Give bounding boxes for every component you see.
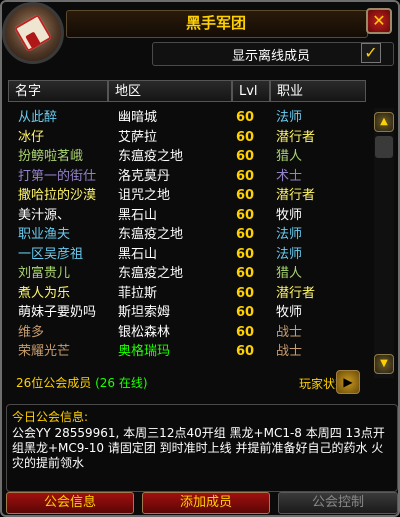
member-level: 60 xyxy=(236,227,255,242)
column-header-zone[interactable]: 地区 xyxy=(108,80,232,102)
scrollbar-thumb[interactable] xyxy=(375,136,393,158)
member-class: 术士 xyxy=(276,168,303,184)
table-row[interactable]: 撒哈拉的沙漠 诅咒之地 60 潜行者 xyxy=(8,186,366,206)
table-row[interactable]: 美汁源、 黑石山 60 牧师 xyxy=(8,206,366,226)
member-zone: 菲拉斯 xyxy=(118,285,158,301)
guild-info-button[interactable]: 公会信息 xyxy=(6,492,134,514)
member-online: (26 在线) xyxy=(95,376,148,390)
member-class: 猎人 xyxy=(276,266,303,281)
member-level: 60 xyxy=(236,149,255,164)
show-offline-label: 显示离线成员 xyxy=(232,49,311,64)
arrow-up-icon: ▲ xyxy=(380,116,388,127)
table-row[interactable]: 维多 银松森林 60 战士 xyxy=(8,323,366,343)
table-row[interactable]: 煮人为乐 菲拉斯 60 潜行者 xyxy=(8,284,366,304)
table-row[interactable]: 从此醉 幽暗城 60 法师 xyxy=(8,108,366,128)
member-name: 刘富贵儿 xyxy=(18,266,71,281)
table-row[interactable]: 荣耀光芒 奥格瑞玛 60 战士 xyxy=(8,342,366,362)
table-row[interactable]: 刘富贵儿 东瘟疫之地 60 猎人 xyxy=(8,264,366,284)
scroll-down-button[interactable]: ▼ xyxy=(374,354,394,374)
member-class: 法师 xyxy=(276,246,303,262)
member-name: 打第一的街仕 xyxy=(18,168,97,184)
table-row[interactable]: 萌妹子要奶吗 斯坦索姆 60 牧师 xyxy=(8,303,366,323)
member-class: 牧师 xyxy=(276,207,303,223)
member-zone: 诅咒之地 xyxy=(118,188,171,203)
checkmark-icon: ✓ xyxy=(364,43,378,62)
member-class: 战士 xyxy=(276,324,303,340)
table-row[interactable]: 职业渔夫 东瘟疫之地 60 法师 xyxy=(8,225,366,245)
member-zone: 幽暗城 xyxy=(118,110,158,125)
member-level: 60 xyxy=(236,344,255,359)
member-level: 60 xyxy=(236,324,255,340)
member-class: 猎人 xyxy=(276,149,303,164)
guild-scroll-icon xyxy=(2,2,64,64)
column-header-name[interactable]: 名字 xyxy=(8,80,108,102)
member-class: 战士 xyxy=(276,344,303,359)
member-level: 60 xyxy=(236,266,255,281)
member-name: 撒哈拉的沙漠 xyxy=(18,188,97,203)
member-zone: 奥格瑞玛 xyxy=(118,344,171,359)
scroll-up-button[interactable]: ▲ xyxy=(374,112,394,132)
member-class: 潜行者 xyxy=(276,129,316,145)
close-icon: ✕ xyxy=(372,11,386,30)
member-zone: 银松森林 xyxy=(118,324,171,340)
column-header-class[interactable]: 职业 xyxy=(270,80,366,102)
member-level: 60 xyxy=(236,188,255,203)
member-level: 60 xyxy=(236,110,255,125)
member-name: 一区吴彦祖 xyxy=(18,246,84,262)
motd-text[interactable]: 公会YY 28559961, 本周三12点40开组 黑龙+MC1-8 本周四 1… xyxy=(12,426,392,471)
member-name: 美汁源、 xyxy=(18,207,71,223)
member-zone: 东瘟疫之地 xyxy=(118,227,184,242)
member-class: 法师 xyxy=(276,110,303,125)
roster-list: 从此醉 幽暗城 60 法师 冰仔 艾萨拉 60 潜行者 扮鳑啦茗峨 东瘟疫之地 60 猎人 打第一的街仕… xyxy=(8,108,366,359)
member-level: 60 xyxy=(236,246,255,262)
member-level: 60 xyxy=(236,129,255,145)
member-total: 26位公会成员 xyxy=(16,376,92,390)
member-zone: 斯坦索姆 xyxy=(118,305,171,320)
show-offline-checkbox[interactable]: ✓ xyxy=(361,43,381,63)
member-level: 60 xyxy=(236,305,255,320)
table-row[interactable]: 冰仔 艾萨拉 60 潜行者 xyxy=(8,128,366,148)
arrow-down-icon: ▼ xyxy=(380,358,388,369)
column-headers: 名字 地区 Lvl 职业 xyxy=(8,80,366,102)
member-name: 维多 xyxy=(18,324,45,340)
member-zone: 东瘟疫之地 xyxy=(118,149,184,164)
member-zone: 艾萨拉 xyxy=(118,129,158,145)
member-level: 60 xyxy=(236,285,255,301)
member-name: 冰仔 xyxy=(18,129,45,145)
guild-window: 黑手军团 ✕ 显示离线成员 ✓ 名字 地区 Lvl 职业 从此醉 幽暗城 60 法师冰… xyxy=(0,0,400,517)
member-name: 职业渔夫 xyxy=(18,227,71,242)
table-row[interactable]: 一区吴彦祖 黑石山 60 法师 xyxy=(8,245,366,265)
member-class: 潜行者 xyxy=(276,188,316,203)
table-row[interactable]: 扮鳑啦茗峨 东瘟疫之地 60 猎人 xyxy=(8,147,366,167)
member-name: 萌妹子要奶吗 xyxy=(18,305,97,320)
member-zone: 洛克莫丹 xyxy=(118,168,171,184)
member-count: 26位公会成员 (26 在线) xyxy=(16,374,148,391)
table-row[interactable]: 打第一的街仕 洛克莫丹 60 术士 xyxy=(8,167,366,187)
member-class: 法师 xyxy=(276,227,303,242)
column-header-level[interactable]: Lvl xyxy=(232,80,270,102)
member-class: 牧师 xyxy=(276,305,303,320)
member-zone: 东瘟疫之地 xyxy=(118,266,184,281)
player-status-toggle-button[interactable]: ▶ xyxy=(336,370,360,394)
member-level: 60 xyxy=(236,168,255,184)
window-title: 黑手军团 xyxy=(185,14,246,32)
arrow-right-icon: ▶ xyxy=(343,375,353,389)
guild-control-button[interactable]: 公会控制 xyxy=(278,492,398,514)
member-zone: 黑石山 xyxy=(118,207,158,223)
member-zone: 黑石山 xyxy=(118,246,158,262)
motd-title: 今日公会信息: xyxy=(12,410,89,424)
member-name: 从此醉 xyxy=(18,110,58,125)
member-name: 荣耀光芒 xyxy=(18,344,71,359)
member-level: 60 xyxy=(236,207,255,223)
member-name: 煮人为乐 xyxy=(18,285,71,301)
close-button[interactable]: ✕ xyxy=(366,8,392,34)
member-name: 扮鳑啦茗峨 xyxy=(18,149,84,164)
member-class: 潜行者 xyxy=(276,285,316,301)
add-member-button[interactable]: 添加成员 xyxy=(142,492,270,514)
